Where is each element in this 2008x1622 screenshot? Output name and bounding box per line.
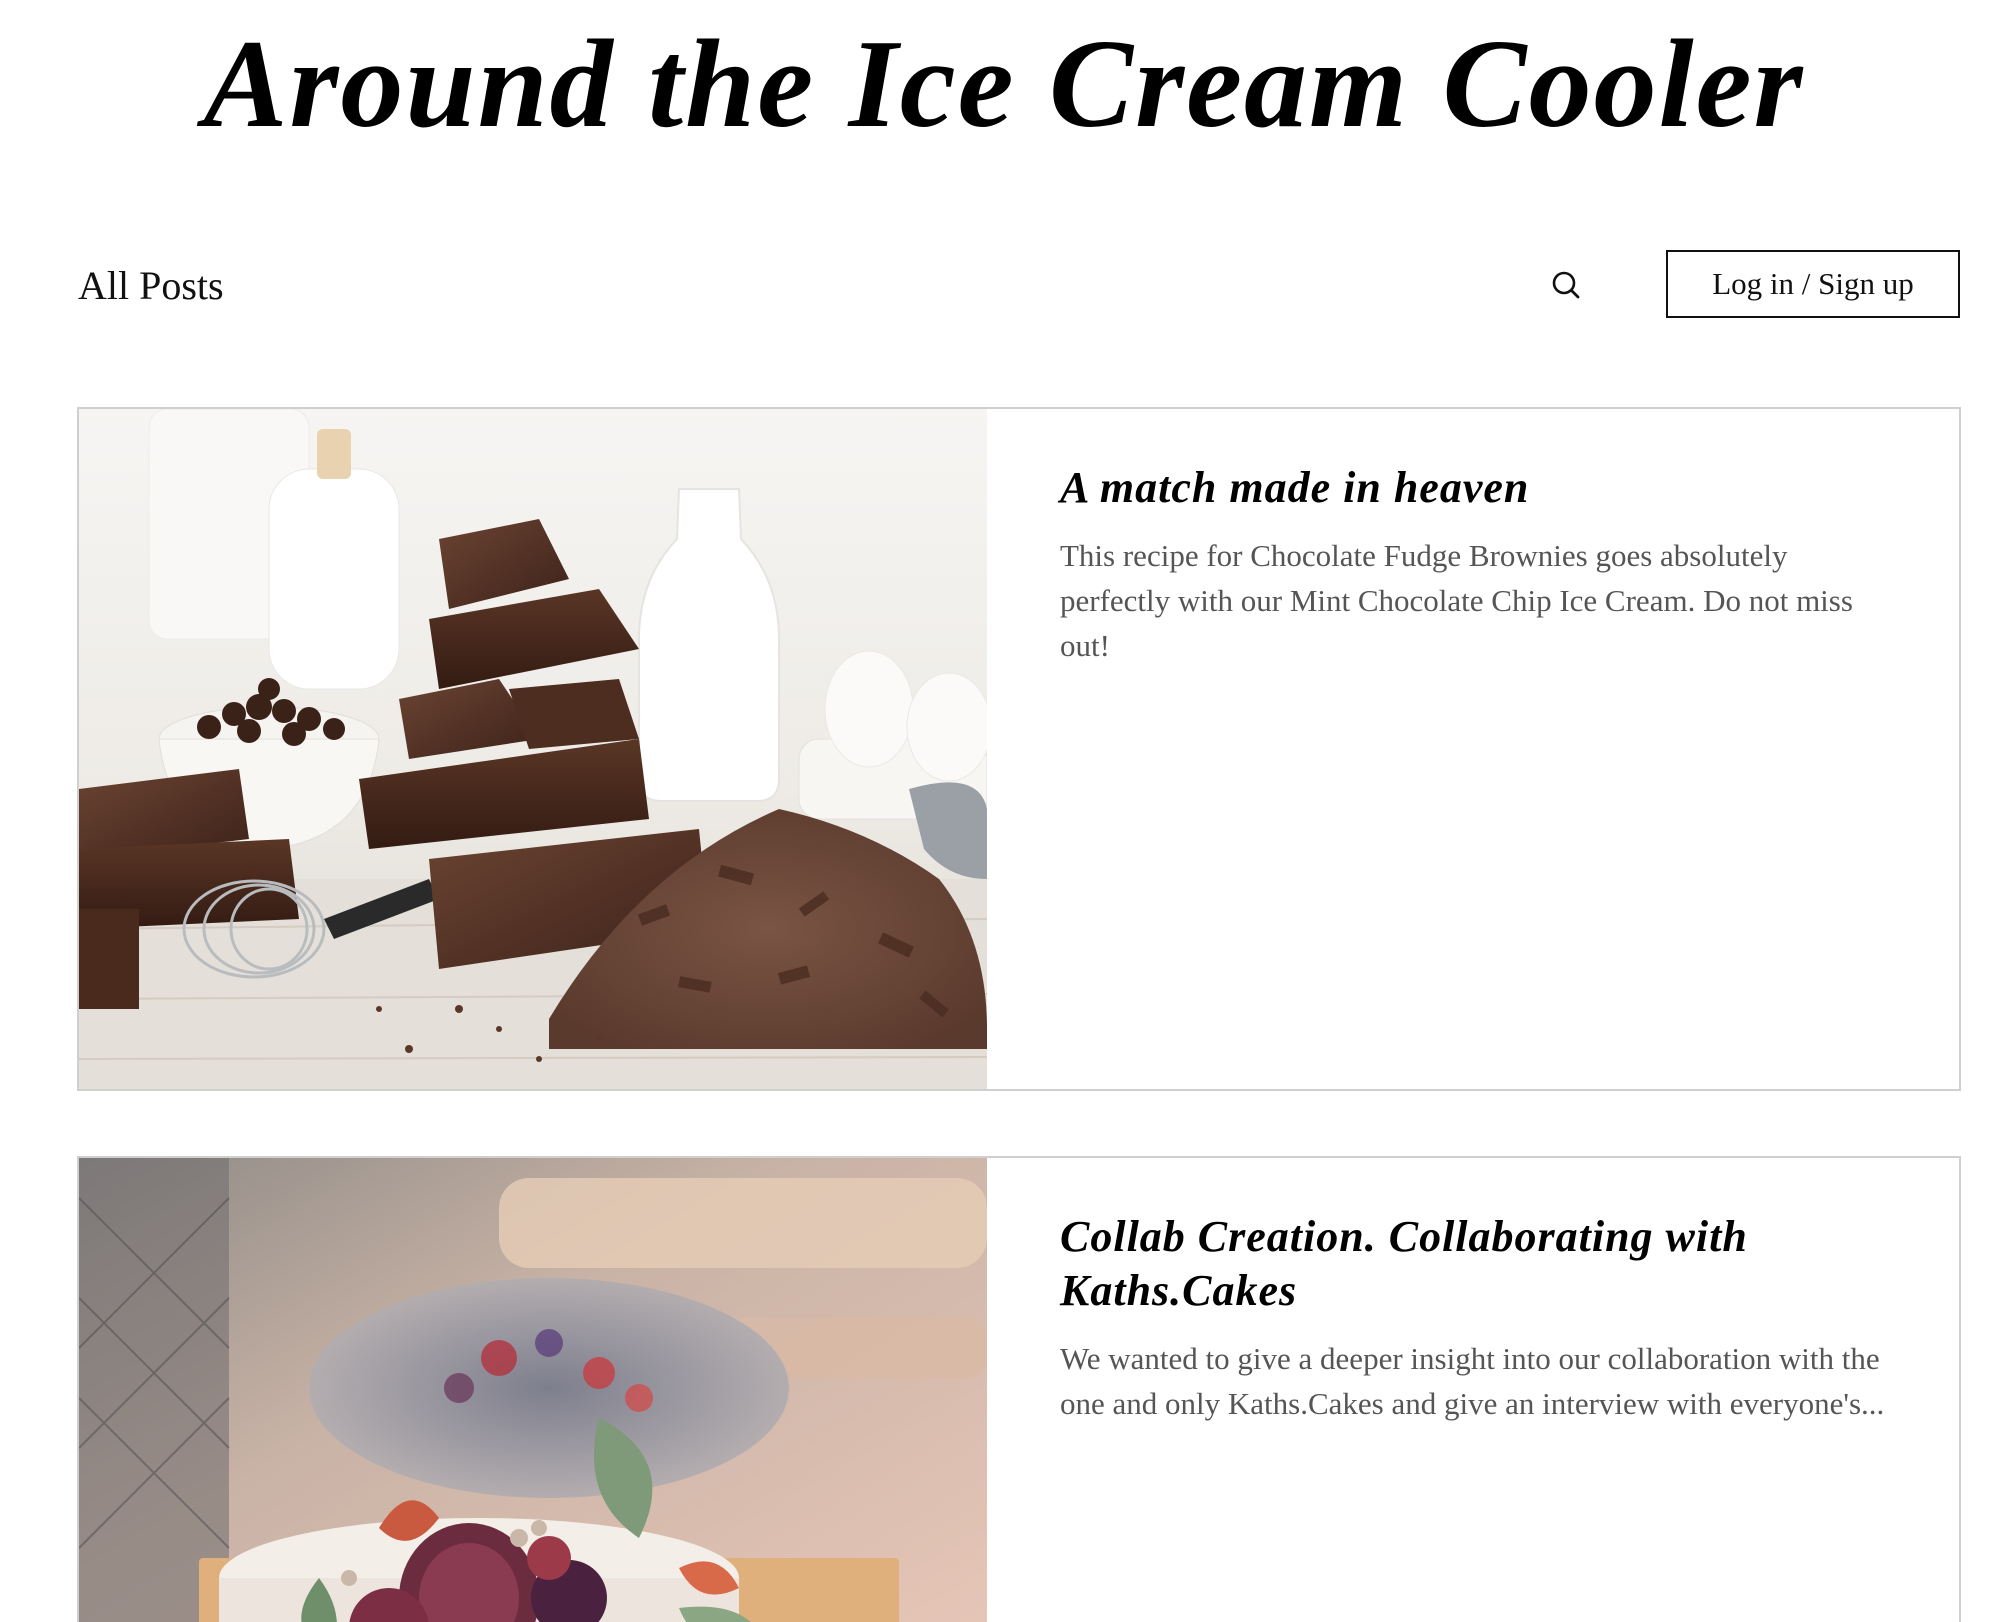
post-excerpt: This recipe for Chocolate Fudge Brownies… [1060,538,1853,663]
post-excerpt: We wanted to give a deeper insight into … [1060,1341,1885,1421]
search-icon[interactable] [1545,264,1589,308]
post-text: Collab Creation. Collaborating with Kath… [1060,1158,1900,1426]
blog-nav-bar: All Posts Log in / Sign up [78,250,1960,322]
post-card[interactable]: Collab Creation. Collaborating with Kath… [77,1156,1961,1622]
all-posts-link[interactable]: All Posts [78,262,224,310]
post-title[interactable]: A match made in heaven [1060,461,1900,515]
post-image-cake[interactable] [79,1158,987,1622]
login-signup-button[interactable]: Log in / Sign up [1666,250,1960,318]
post-title[interactable]: Collab Creation. Collaborating with Kath… [1060,1210,1900,1318]
site-title: Around the Ice Cream Cooler [203,15,1805,154]
post-image-chocolate[interactable] [79,409,987,1089]
post-card[interactable]: A match made in heaven This recipe for C… [77,407,1961,1091]
post-text: A match made in heaven This recipe for C… [1060,409,1900,668]
